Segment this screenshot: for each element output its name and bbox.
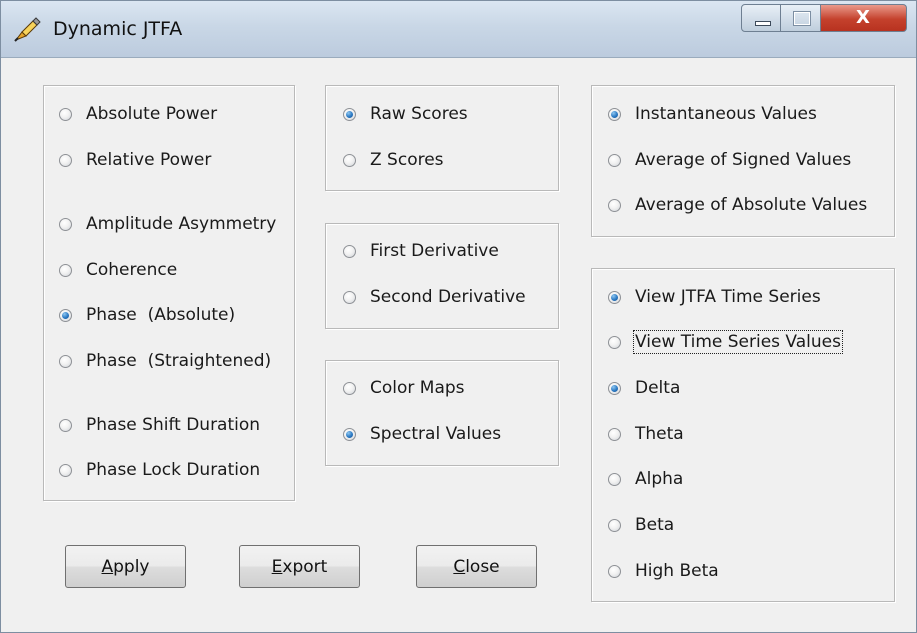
radio-label: Phase (Straightened)	[86, 351, 272, 371]
minimize-button[interactable]	[741, 4, 781, 32]
dialog-body: Absolute Power Relative Power Amplitude …	[9, 58, 908, 625]
radio-button[interactable]	[59, 263, 72, 277]
radio-button[interactable]	[608, 427, 621, 441]
radio-label: First Derivative	[370, 241, 499, 261]
radio-label: Second Derivative	[370, 287, 526, 307]
radio-view-time-series-values[interactable]: View Time Series Values	[608, 330, 843, 354]
radio-coherence[interactable]: Coherence	[59, 258, 177, 282]
radio-label: Absolute Power	[86, 104, 218, 124]
dynamic-jtfa-window: Dynamic JTFA X Absolute Power Relative P…	[0, 0, 917, 633]
radio-label: Amplitude Asymmetry	[86, 214, 277, 234]
radio-label: High Beta	[635, 561, 719, 581]
radio-view-jtfa-time-series[interactable]: View JTFA Time Series	[608, 285, 821, 309]
radio-delta[interactable]: Delta	[608, 376, 680, 400]
radio-average-signed-values[interactable]: Average of Signed Values	[608, 148, 851, 172]
radio-button[interactable]	[608, 335, 621, 349]
radio-label: Theta	[635, 424, 684, 444]
radio-spectral-values[interactable]: Spectral Values	[343, 422, 501, 446]
radio-label: Color Maps	[370, 378, 465, 398]
radio-button[interactable]	[608, 290, 621, 304]
window-close-button[interactable]: X	[821, 4, 907, 32]
radio-theta[interactable]: Theta	[608, 422, 684, 446]
radio-label: Spectral Values	[370, 424, 502, 444]
radio-label: Instantaneous Values	[635, 104, 817, 124]
maximize-button[interactable]	[781, 4, 821, 32]
export-accelerator: E	[271, 556, 283, 577]
radio-label: Beta	[635, 515, 675, 535]
radio-button[interactable]	[608, 107, 621, 121]
radio-instantaneous-values[interactable]: Instantaneous Values	[608, 102, 817, 126]
radio-button[interactable]	[608, 564, 621, 578]
radio-phase-straightened[interactable]: Phase (Straightened)	[59, 349, 271, 373]
radio-button[interactable]	[59, 308, 72, 322]
radio-alpha[interactable]: Alpha	[608, 467, 683, 491]
close-accelerator: C	[453, 556, 466, 577]
radio-label: Relative Power	[86, 150, 212, 170]
export-button[interactable]: Export	[239, 545, 360, 588]
radio-button[interactable]	[343, 107, 356, 121]
radio-beta[interactable]: Beta	[608, 513, 674, 537]
radio-raw-scores[interactable]: Raw Scores	[343, 102, 468, 126]
radio-button[interactable]	[343, 290, 356, 304]
radio-label: Average of Absolute Values	[635, 195, 868, 215]
radio-button[interactable]	[343, 244, 356, 258]
radio-label: Raw Scores	[370, 104, 468, 124]
radio-button[interactable]	[608, 518, 621, 532]
apply-button[interactable]: Apply	[65, 545, 186, 588]
radio-button[interactable]	[343, 153, 356, 167]
minimize-icon	[755, 21, 771, 26]
title-bar[interactable]: Dynamic JTFA X	[1, 1, 916, 58]
radio-color-maps[interactable]: Color Maps	[343, 376, 465, 400]
radio-z-scores[interactable]: Z Scores	[343, 148, 444, 172]
radio-label: Delta	[635, 378, 681, 398]
radio-absolute-power[interactable]: Absolute Power	[59, 102, 217, 126]
radio-second-derivative[interactable]: Second Derivative	[343, 285, 526, 309]
close-label-rest: lose	[465, 556, 500, 577]
close-button[interactable]: Close	[416, 545, 537, 588]
radio-first-derivative[interactable]: First Derivative	[343, 239, 499, 263]
radio-phase-lock-duration[interactable]: Phase Lock Duration	[59, 458, 260, 482]
radio-button[interactable]	[59, 217, 72, 231]
radio-button[interactable]	[343, 427, 356, 441]
radio-relative-power[interactable]: Relative Power	[59, 148, 211, 172]
apply-accelerator: A	[101, 556, 114, 577]
radio-button[interactable]	[343, 381, 356, 395]
radio-button[interactable]	[59, 153, 72, 167]
radio-button[interactable]	[59, 463, 72, 477]
export-label-rest: xport	[282, 556, 328, 577]
radio-phase-absolute[interactable]: Phase (Absolute)	[59, 303, 235, 327]
radio-label: Average of Signed Values	[635, 150, 852, 170]
radio-label: Alpha	[635, 469, 684, 489]
radio-average-absolute-values[interactable]: Average of Absolute Values	[608, 193, 867, 217]
radio-button[interactable]	[608, 381, 621, 395]
score-group	[325, 85, 559, 191]
maximize-icon	[793, 11, 811, 26]
radio-high-beta[interactable]: High Beta	[608, 559, 719, 583]
radio-button[interactable]	[59, 418, 72, 432]
radio-label: View Time Series Values	[633, 330, 843, 354]
radio-button[interactable]	[59, 354, 72, 368]
radio-button[interactable]	[608, 198, 621, 212]
radio-label: Phase (Absolute)	[86, 305, 236, 325]
radio-button[interactable]	[608, 472, 621, 486]
radio-amplitude-asymmetry[interactable]: Amplitude Asymmetry	[59, 212, 276, 236]
radio-button[interactable]	[59, 107, 72, 121]
radio-label: Coherence	[86, 260, 178, 280]
radio-label: View JTFA Time Series	[635, 287, 821, 307]
close-icon: X	[856, 7, 870, 28]
apply-label-rest: pply	[113, 556, 150, 577]
radio-label: Phase Lock Duration	[86, 460, 261, 480]
radio-label: Phase Shift Duration	[86, 415, 261, 435]
window-title: Dynamic JTFA	[53, 18, 183, 40]
pen-app-icon	[14, 17, 41, 42]
radio-button[interactable]	[608, 153, 621, 167]
radio-phase-shift-duration[interactable]: Phase Shift Duration	[59, 413, 260, 437]
radio-label: Z Scores	[370, 150, 444, 170]
